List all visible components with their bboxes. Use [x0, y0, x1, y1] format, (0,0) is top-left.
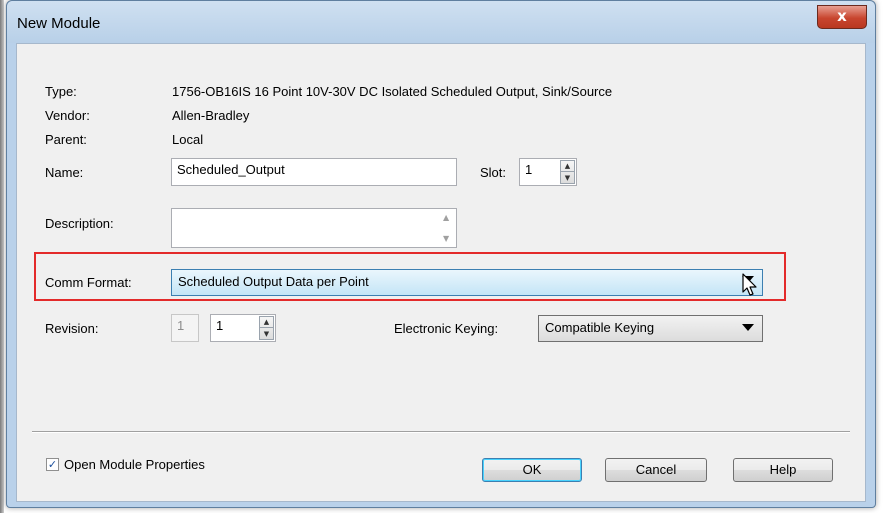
- dialog-title: New Module: [17, 15, 101, 32]
- mouse-cursor-icon: [742, 273, 757, 296]
- help-button[interactable]: Help: [733, 458, 833, 482]
- name-label: Name:: [45, 165, 84, 180]
- spinner-up-icon[interactable]: ▲: [260, 317, 273, 328]
- scroll-down-icon[interactable]: ▼: [443, 234, 449, 243]
- ok-button[interactable]: OK: [482, 458, 582, 482]
- close-button[interactable]: x: [817, 5, 867, 29]
- revision-minor-value: 1: [216, 318, 224, 333]
- description-label: Description:: [45, 216, 114, 231]
- comm-format-value: Scheduled Output Data per Point: [178, 274, 369, 289]
- title-bar[interactable]: New Module x: [7, 1, 875, 43]
- name-input[interactable]: Scheduled_Output: [171, 158, 457, 186]
- revision-spinner[interactable]: ▲ ▼: [259, 316, 274, 340]
- comm-format-dropdown[interactable]: Scheduled Output Data per Point: [171, 269, 763, 296]
- new-module-dialog: New Module x Type: 1756-OB16IS 16 Point …: [6, 0, 876, 508]
- spinner-down-icon[interactable]: ▼: [561, 172, 574, 183]
- background-window-edge: [0, 0, 4, 513]
- description-input[interactable]: ▲ ▼: [171, 208, 457, 248]
- scroll-up-icon[interactable]: ▲: [443, 213, 449, 222]
- spinner-up-icon[interactable]: ▲: [561, 161, 574, 172]
- revision-major-input: 1: [171, 314, 199, 342]
- description-scrollbar[interactable]: ▲ ▼: [439, 210, 455, 246]
- electronic-keying-label: Electronic Keying:: [394, 321, 499, 336]
- parent-label: Parent:: [45, 132, 87, 147]
- checkmark-icon: ✓: [47, 458, 58, 471]
- type-label: Type:: [45, 84, 77, 99]
- spinner-down-icon[interactable]: ▼: [260, 328, 273, 339]
- electronic-keying-dropdown[interactable]: Compatible Keying: [538, 315, 763, 342]
- electronic-keying-value: Compatible Keying: [545, 320, 655, 335]
- slot-input[interactable]: 1 ▲ ▼: [519, 158, 577, 186]
- slot-label: Slot:: [480, 165, 507, 180]
- revision-label: Revision:: [45, 321, 99, 336]
- cancel-button[interactable]: Cancel: [605, 458, 707, 482]
- revision-major-value: 1: [177, 318, 185, 333]
- name-input-value: Scheduled_Output: [177, 162, 285, 177]
- parent-value: Local: [172, 132, 204, 147]
- type-value: 1756-OB16IS 16 Point 10V-30V DC Isolated…: [172, 84, 613, 99]
- chevron-down-icon: [742, 324, 754, 331]
- dialog-body: Type: 1756-OB16IS 16 Point 10V-30V DC Is…: [16, 43, 866, 502]
- open-module-properties-checkbox[interactable]: ✓: [46, 458, 59, 471]
- vendor-label: Vendor:: [45, 108, 90, 123]
- vendor-value: Allen-Bradley: [172, 108, 250, 123]
- slot-input-value: 1: [525, 162, 533, 177]
- revision-minor-input[interactable]: 1 ▲ ▼: [210, 314, 276, 342]
- separator: [32, 431, 850, 433]
- comm-format-label: Comm Format:: [45, 275, 132, 290]
- close-icon: x: [837, 7, 847, 25]
- slot-spinner[interactable]: ▲ ▼: [560, 160, 575, 184]
- open-module-properties-label[interactable]: Open Module Properties: [64, 457, 205, 472]
